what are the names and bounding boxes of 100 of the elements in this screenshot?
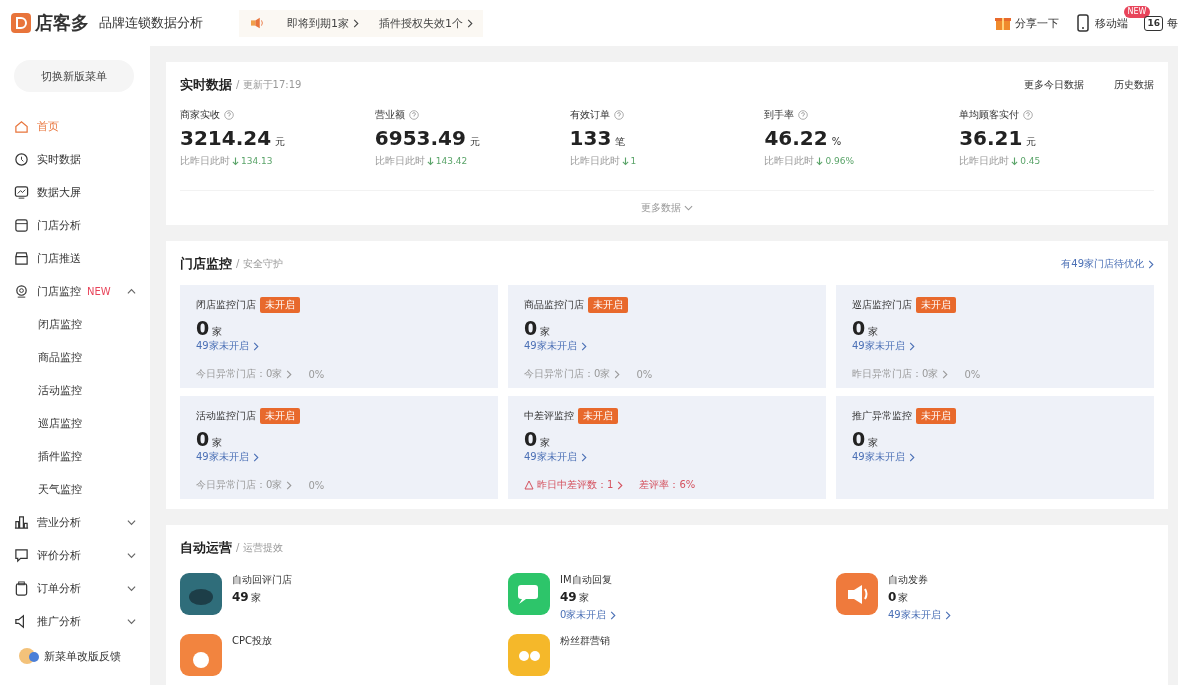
store-count: 0 [852,317,866,339]
sidebar-item[interactable]: 营业分析 [0,506,150,539]
store-count: 49 [560,590,577,604]
chevron-right-icon [286,369,293,379]
arrow-down-icon [1011,156,1019,166]
rate-text: 差评率：6% [639,478,696,492]
metric-value: 36.21 [959,126,1023,150]
delta-value: 1 [630,156,637,166]
status-tag: 未开启 [916,408,956,424]
chevron-right-icon [614,369,621,379]
sidebar-item[interactable]: 门店分析 [0,209,150,242]
sidebar-subitem[interactable]: 巡店监控 [0,407,150,440]
metric-value: 46.22 [764,126,828,150]
chat-icon [508,573,550,615]
metric-unit: 元 [1026,135,1037,149]
sidebar-item[interactable]: 评价分析 [0,539,150,572]
sidebar-item[interactable]: 数据大屏 [0,176,150,209]
section-subtitle: / 运营提效 [236,541,283,555]
compare-label: 比昨日此时 [180,154,230,168]
chevron-right-icon [908,341,915,351]
not-enabled-link[interactable]: 49家未开启 [196,339,259,353]
target-icon [14,284,29,299]
status-tag: 未开启 [260,408,300,424]
count-unit: 家 [868,325,879,339]
bar-chart-icon [14,515,29,530]
metric-label: 商家实收 [180,108,220,122]
store-count: 0 [852,428,866,450]
sidebar-subitem[interactable]: 商品监控 [0,341,150,374]
status-tag: 未开启 [578,408,618,424]
not-enabled-link[interactable]: 49家未开启 [196,450,259,464]
chevron-right-icon [942,369,949,379]
clipboard-icon [14,581,29,596]
sidebar-item[interactable]: 实时数据 [0,143,150,176]
not-enabled-link[interactable]: 49家未开启 [524,450,587,464]
clock-icon [14,152,29,167]
delta-value: 143.42 [435,156,468,166]
rate-text: 0% [308,368,325,380]
panel-title: 闭店监控门店 [196,298,256,312]
header-action[interactable]: 16 每 [1144,15,1178,31]
sidebar-item[interactable]: 订单分析 [0,572,150,605]
store-count: 0 [524,428,538,450]
section-title: 自动运营 [180,539,232,557]
metric-label: 有效订单 [569,108,610,122]
sidebar-subitem[interactable]: 天气监控 [0,473,150,506]
metric-unit: % [831,136,842,147]
compare-label: 比昨日此时 [374,154,425,168]
monitor-icon [14,185,29,200]
sidebar-subitem[interactable]: 插件监控 [0,440,150,473]
help-icon [613,110,624,120]
panel-title: 巡店监控门店 [852,298,912,312]
sidebar-item[interactable]: 门店推送 [0,242,150,275]
store-count: 0 [524,317,538,339]
feature-name: 自动回评门店 [232,573,292,587]
sidebar-item[interactable]: 门店监控 NEW [0,275,150,308]
section-subtitle: / 更新于17:19 [236,78,302,92]
count-unit: 家 [212,325,223,339]
chevron-icon [127,551,136,560]
delta-value: 134.13 [241,156,273,166]
section-title: 门店监控 [180,255,232,273]
metric-label: 到手率 [764,108,795,122]
delta-value: 0.96% [825,156,854,166]
status-tag: 未开启 [916,297,956,313]
metric-value: 6953.49 [374,126,466,150]
panel-title: 中差评监控 [524,409,574,423]
status-tag: 未开启 [588,297,628,313]
notice-link[interactable]: 即将到期1家 [287,15,359,31]
switch-menu-button[interactable]: 切换新版菜单 [14,60,134,92]
chevron-icon [127,617,136,626]
header-action[interactable]: 分享一下 [995,14,1060,32]
logo-icon [10,12,32,34]
not-enabled-link[interactable]: 49家未开启 [888,608,951,622]
home-icon [14,119,29,134]
sidebar-subitem[interactable]: 活动监控 [0,374,150,407]
logo-text: 店客多 [35,11,89,35]
new-label: NEW [87,286,111,297]
feedback-link[interactable]: 新菜单改版反馈 [0,646,150,666]
store-icon [14,251,29,266]
optimize-link[interactable]: 有49家门店待优化 [1061,257,1154,271]
arrow-down-icon [232,156,239,166]
metric-unit: 笔 [615,135,626,149]
not-enabled-link[interactable]: 49家未开启 [852,339,915,353]
review-stat-link[interactable]: 昨日中差评数：1 [537,478,624,492]
phone-icon [1075,14,1092,32]
speaker-icon [836,573,878,615]
chevron-right-icon [353,18,359,28]
header-link[interactable]: 历史数据 [1114,78,1154,92]
not-enabled-link[interactable]: 49家未开启 [524,339,587,353]
header-link[interactable]: 更多今日数据 [1024,78,1084,92]
arrow-down-icon [621,156,629,166]
not-enabled-link[interactable]: 49家未开启 [852,450,915,464]
sidebar-subitem[interactable]: 闭店监控 [0,308,150,341]
not-enabled-link[interactable]: 0家未开启 [560,608,617,622]
notice-link[interactable]: 插件授权失效1个 [379,15,473,31]
chevron-right-icon [580,452,587,462]
count-unit: 家 [540,325,551,339]
store-count: 0 [888,590,897,604]
compare-label: 比昨日此时 [569,154,620,168]
chevron-right-icon [286,480,293,490]
sidebar-item[interactable]: 推广分析 [0,605,150,638]
chevron-icon [127,584,136,593]
